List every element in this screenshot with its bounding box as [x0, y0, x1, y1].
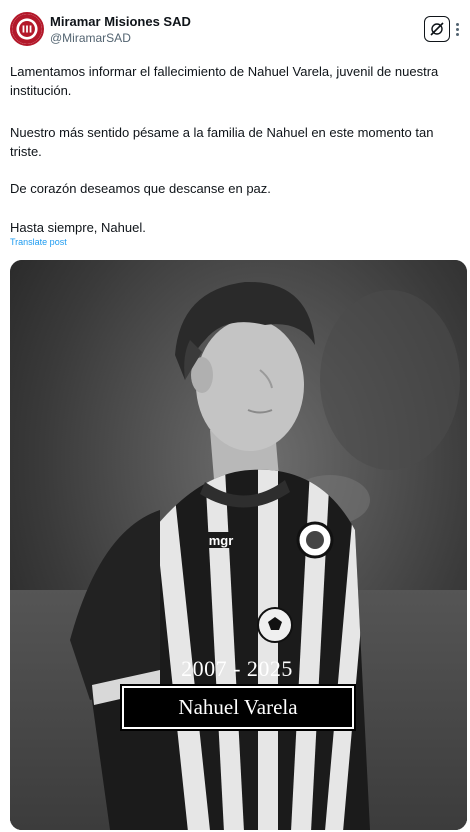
- memorial-years: 2007 - 2025: [181, 656, 293, 681]
- post-media-image[interactable]: mgr 2007 - 2025 Nahuel Varela: [10, 260, 467, 830]
- memorial-name: Nahuel Varela: [178, 695, 298, 719]
- post-paragraph: Nuestro más sentido pésame a la familia …: [10, 125, 434, 159]
- author-handle[interactable]: @MiramarSAD: [50, 31, 131, 45]
- grok-icon[interactable]: [424, 16, 450, 42]
- translate-post-link[interactable]: Translate post: [10, 237, 67, 247]
- memorial-name-plate: Nahuel Varela: [120, 684, 356, 731]
- post-paragraph: Hasta siempre, Nahuel.: [10, 220, 146, 235]
- author-name[interactable]: Miramar Misiones SAD: [50, 14, 191, 29]
- more-dot: [455, 27, 459, 31]
- more-dot: [455, 32, 459, 36]
- more-dot: [455, 22, 459, 26]
- shirt-sponsor: mgr: [209, 533, 234, 548]
- club-crest-icon[interactable]: [10, 12, 44, 46]
- post-paragraph: Lamentamos informar el fallecimiento de …: [10, 64, 439, 98]
- more-icon[interactable]: [452, 16, 462, 42]
- memorial-photo: mgr: [10, 260, 467, 830]
- post-header: Miramar Misiones SAD @MiramarSAD: [10, 12, 460, 48]
- post-paragraph: De corazón deseamos que descanse en paz.: [10, 181, 271, 196]
